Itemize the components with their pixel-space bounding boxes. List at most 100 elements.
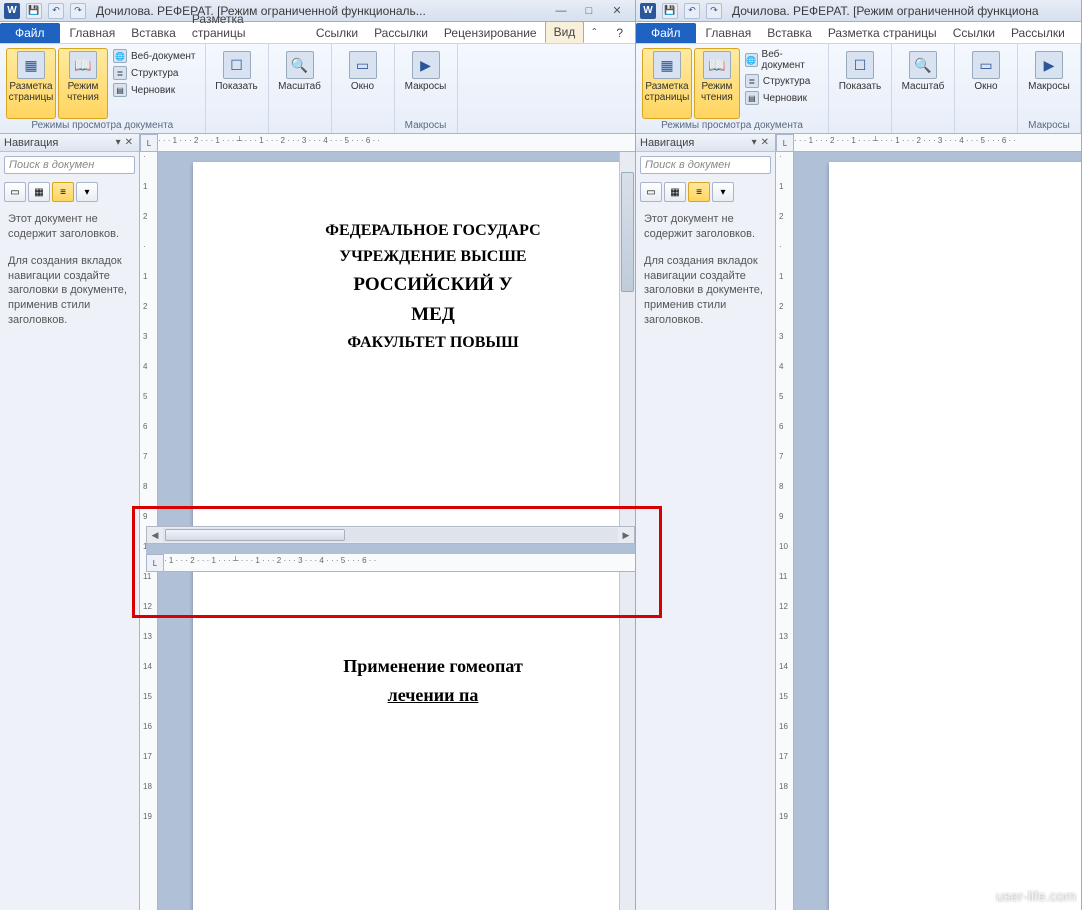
hscroll-left-icon[interactable]: ◀	[147, 530, 163, 541]
reading-mode-label: Режим чтения	[61, 81, 105, 103]
nav-pin-icon[interactable]: ▾	[750, 137, 759, 148]
tab-references[interactable]: Ссылки	[945, 23, 1003, 43]
print-layout-button[interactable]: ▦ Разметка страницы	[642, 48, 692, 119]
zoom-button[interactable]: 🔍 Масштаб	[898, 48, 948, 130]
split-horizontal-ruler[interactable]: · 1 · · · 2 · · · 1 · · · ┴ · · · 1 · · …	[164, 554, 635, 572]
group-show: ☐ Показать	[829, 44, 892, 133]
tab-references[interactable]: Ссылки	[308, 23, 366, 43]
tab-view[interactable]: Вид	[545, 21, 585, 43]
nav-tabs: ▭ ▦ ≡ ▾	[0, 178, 139, 206]
hscroll-thumb[interactable]	[165, 529, 345, 541]
collapse-ribbon-icon[interactable]: ˆ	[584, 23, 604, 43]
vertical-ruler[interactable]: ·12·12345678910111213141516171819	[776, 152, 794, 910]
nav-message-1: Этот документ не содержит заголовков.	[0, 206, 139, 248]
nav-tab-results[interactable]: ≡	[52, 182, 74, 202]
minimize-button[interactable]: —	[547, 2, 575, 20]
window-icon: ▭	[349, 51, 377, 79]
group-window: ▭ Окно	[955, 44, 1018, 133]
window-button[interactable]: ▭ Окно	[338, 48, 388, 130]
scrollbar-thumb[interactable]	[621, 172, 634, 292]
doc-body: ·12·12345678910111213141516171819 При	[776, 152, 1081, 910]
tab-home[interactable]: Главная	[62, 23, 124, 43]
draft-button[interactable]: ▤Черновик	[110, 82, 199, 98]
nav-tab-headings[interactable]: ▭	[4, 182, 26, 202]
print-layout-button[interactable]: ▦ Разметка страницы	[6, 48, 56, 119]
tab-mailings[interactable]: Рассылки	[1003, 23, 1073, 43]
show-label: Показать	[839, 81, 882, 92]
hscroll-track[interactable]	[163, 528, 618, 542]
macros-button[interactable]: ▶ Макросы	[401, 48, 451, 119]
nav-tab-headings[interactable]: ▭	[640, 182, 662, 202]
draft-button[interactable]: ▤Черновик	[742, 90, 822, 106]
view-small-buttons: 🌐Веб-документ ≣Структура ▤Черновик	[742, 48, 822, 119]
tab-insert[interactable]: Вставка	[759, 23, 820, 43]
tab-review[interactable]: Рецензирование	[436, 23, 545, 43]
redo-icon[interactable]: ↷	[70, 3, 86, 19]
workspace: Навигация ▾ ✕ 🔎 ▭ ▦ ≡ ▾ Этот документ не…	[0, 134, 635, 910]
group-macros: ▶ Макросы Макросы	[1018, 44, 1081, 133]
macros-button[interactable]: ▶ Макросы	[1024, 48, 1074, 119]
split-hscrollbar[interactable]: ◀ ▶	[146, 526, 635, 544]
show-button[interactable]: ☐ Показать	[212, 48, 262, 130]
save-icon[interactable]: 💾	[662, 3, 678, 19]
search-input[interactable]	[5, 157, 156, 173]
ruler-corner[interactable]: L	[140, 134, 158, 152]
reading-mode-button[interactable]: 📖 Режим чтения	[694, 48, 740, 119]
group-label-view-modes: Режимы просмотра документа	[6, 119, 199, 131]
nav-tab-pages[interactable]: ▦	[28, 182, 50, 202]
page-scroll[interactable]: При	[794, 152, 1081, 910]
reading-mode-button[interactable]: 📖 Режим чтения	[58, 48, 108, 119]
web-layout-button[interactable]: 🌐Веб-документ	[742, 48, 822, 72]
undo-icon[interactable]: ↶	[48, 3, 64, 19]
nav-tab-results[interactable]: ≡	[688, 182, 710, 202]
nav-message-2: Для создания вкладок навигации создайте …	[636, 248, 775, 334]
maximize-button[interactable]: □	[575, 2, 603, 20]
show-label: Показать	[215, 81, 258, 92]
doc-line-2: УЧРЕЖДЕНИЕ ВЫСШЕ	[223, 248, 635, 266]
hscroll-right-icon[interactable]: ▶	[618, 530, 634, 541]
tab-mailings[interactable]: Рассылки	[366, 23, 436, 43]
close-button[interactable]: ✕	[603, 2, 631, 20]
word-window-right: W 💾 ↶ ↷ Дочилова. РЕФЕРАТ. [Режим ограни…	[636, 0, 1082, 910]
split-ruler-corner[interactable]: L	[146, 554, 164, 572]
group-label-macros: Макросы	[401, 119, 451, 131]
outline-button[interactable]: ≣Структура	[742, 73, 822, 89]
nav-tab-dropdown[interactable]: ▾	[76, 182, 98, 202]
web-layout-button[interactable]: 🌐Веб-документ	[110, 48, 199, 64]
tab-file[interactable]: Файл	[0, 23, 60, 43]
tab-file[interactable]: Файл	[636, 23, 696, 43]
undo-icon[interactable]: ↶	[684, 3, 700, 19]
window-icon: ▭	[972, 51, 1000, 79]
nav-close-icon[interactable]: ✕	[759, 137, 771, 148]
nav-tab-dropdown[interactable]: ▾	[712, 182, 734, 202]
nav-pin-icon[interactable]: ▾	[114, 137, 123, 148]
outline-icon: ≣	[113, 66, 127, 80]
nav-message-1: Этот документ не содержит заголовков.	[636, 206, 775, 248]
help-icon[interactable]: ?	[608, 23, 631, 43]
document-area: L · · · 1 · · · 2 · · · 1 · · · ┴ · · · …	[776, 134, 1081, 910]
nav-tab-pages[interactable]: ▦	[664, 182, 686, 202]
window-button[interactable]: ▭ Окно	[961, 48, 1011, 130]
show-button[interactable]: ☐ Показать	[835, 48, 885, 130]
horizontal-ruler[interactable]: · · · 1 · · · 2 · · · 1 · · · ┴ · · · 1 …	[794, 134, 1081, 152]
search-input[interactable]	[641, 157, 792, 173]
navigation-pane: Навигация ▾ ✕ 🔎 ▭ ▦ ≡ ▾ Этот документ не…	[0, 134, 140, 910]
zoom-button[interactable]: 🔍 Масштаб	[275, 48, 325, 130]
tab-home[interactable]: Главная	[698, 23, 760, 43]
macros-icon: ▶	[1035, 51, 1063, 79]
nav-close-icon[interactable]: ✕	[123, 137, 135, 148]
tab-layout[interactable]: Разметка страницы	[184, 9, 308, 43]
outline-button[interactable]: ≣Структура	[110, 65, 199, 81]
tab-insert[interactable]: Вставка	[123, 23, 184, 43]
ruler-corner[interactable]: L	[776, 134, 794, 152]
nav-search: 🔎	[0, 152, 139, 178]
document-page[interactable]: При	[829, 162, 1081, 910]
horizontal-ruler[interactable]: · · · 1 · · · 2 · · · 1 · · · ┴ · · · 1 …	[158, 134, 635, 152]
doc-line-5: ФАКУЛЬТЕТ ПОВЫШ	[223, 334, 635, 352]
tab-layout[interactable]: Разметка страницы	[820, 23, 945, 43]
zoom-label: Масштаб	[278, 81, 321, 92]
reading-mode-icon: 📖	[703, 51, 731, 79]
word-icon: W	[640, 3, 656, 19]
redo-icon[interactable]: ↷	[706, 3, 722, 19]
save-icon[interactable]: 💾	[26, 3, 42, 19]
